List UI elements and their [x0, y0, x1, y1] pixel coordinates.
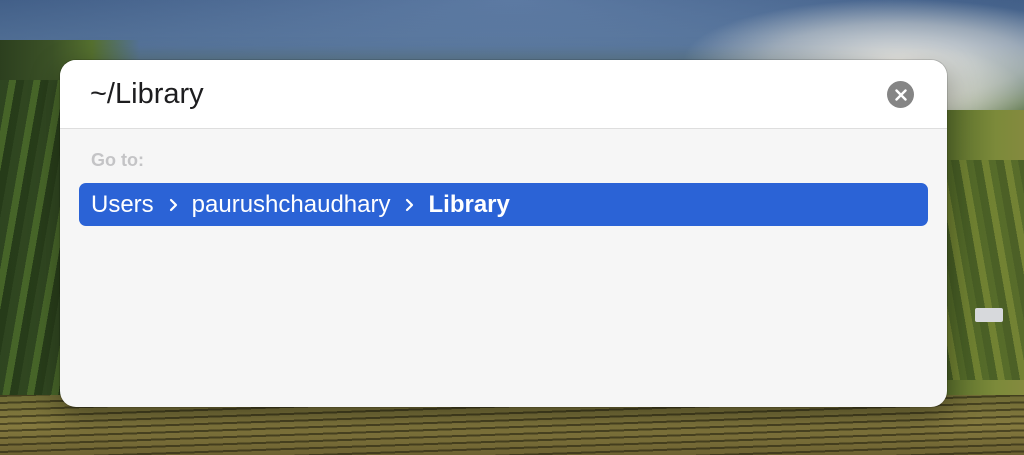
go-to-folder-panel: Go to: Users paurushchaudhary Library — [60, 60, 947, 407]
breadcrumb-item-library: Library — [428, 191, 510, 218]
goto-label: Go to: — [91, 150, 144, 170]
breadcrumb: Users paurushchaudhary Library — [91, 190, 510, 220]
path-field-bar — [60, 60, 947, 129]
wallpaper-house — [975, 308, 1003, 322]
breadcrumb-item-user: paurushchaudhary — [191, 191, 391, 218]
path-input[interactable] — [90, 74, 890, 114]
suggestion-row[interactable]: Users paurushchaudhary Library — [79, 183, 928, 226]
chevron-right-icon — [404, 198, 416, 212]
clear-button[interactable] — [887, 81, 914, 108]
breadcrumb-item-users: Users — [91, 191, 154, 218]
chevron-right-icon — [168, 198, 180, 212]
wallpaper-trees — [945, 160, 1024, 380]
close-icon — [894, 88, 907, 101]
